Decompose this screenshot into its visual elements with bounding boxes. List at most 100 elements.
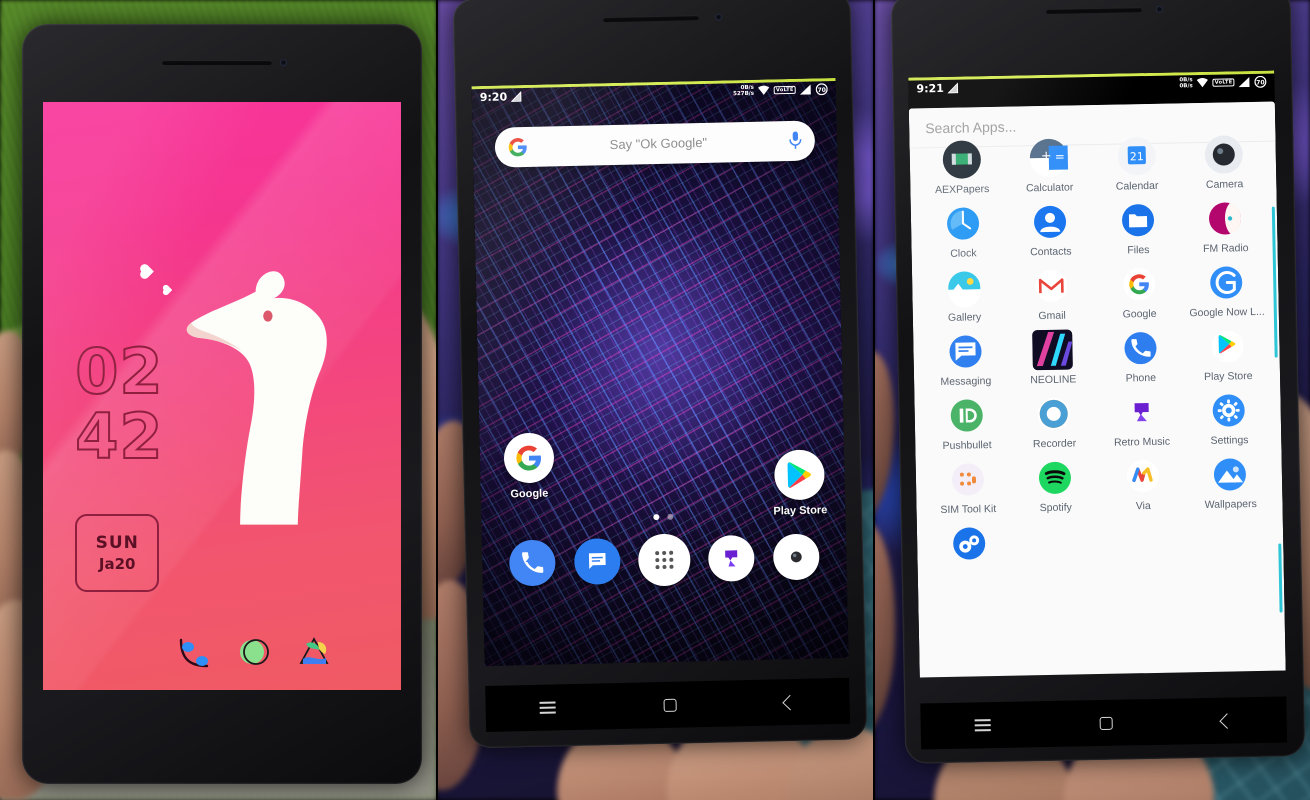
app-cell-calculator[interactable]: + = Calculator bbox=[1005, 133, 1094, 195]
recorder-icon bbox=[1034, 394, 1075, 435]
app-cell-play-store[interactable]: Play Store bbox=[1184, 322, 1273, 384]
app-label: FM Radio bbox=[1202, 242, 1249, 256]
back-button[interactable] bbox=[782, 694, 798, 710]
app-cell-retro-music[interactable]: Retro Music bbox=[1097, 388, 1186, 450]
phone-device-right: 9:21 0B/s 0B/s VoLTE 70 Search Apps... A… bbox=[890, 0, 1306, 764]
app-cell-google[interactable]: Google bbox=[1095, 260, 1184, 322]
svg-text:+: + bbox=[1041, 149, 1052, 164]
app-label: Play Store bbox=[1203, 370, 1253, 384]
front-camera-icon bbox=[280, 59, 287, 66]
app-label: Google bbox=[510, 487, 549, 501]
search-placeholder: Say "Ok Google" bbox=[609, 135, 708, 153]
svg-text:70: 70 bbox=[1256, 79, 1264, 86]
app-label: Clock bbox=[950, 247, 977, 261]
homescreen-app-play-store[interactable]: Play Store bbox=[765, 449, 835, 518]
app-cell-gmail[interactable]: Gmail bbox=[1007, 261, 1096, 323]
recents-button[interactable] bbox=[974, 719, 992, 732]
play-store-icon bbox=[1207, 326, 1248, 367]
messaging-icon bbox=[945, 331, 986, 372]
home-button[interactable] bbox=[663, 698, 677, 712]
app-cell-settings[interactable]: Settings bbox=[1185, 386, 1274, 448]
back-button[interactable] bbox=[1219, 712, 1235, 729]
app-cell-pushbullet[interactable]: Pushbullet bbox=[922, 391, 1011, 453]
app-label: Google Now L... bbox=[1189, 305, 1265, 320]
wifi-icon bbox=[1197, 78, 1209, 88]
app-label: SIM Tool Kit bbox=[940, 503, 997, 517]
camera-icon[interactable] bbox=[234, 632, 274, 672]
page-dot bbox=[667, 513, 674, 520]
recents-button[interactable] bbox=[539, 701, 556, 714]
app-cell-aexpapers[interactable]: AEXPapers bbox=[917, 135, 1006, 197]
phone-icon[interactable] bbox=[175, 632, 215, 672]
app-cell-clock[interactable]: Clock bbox=[919, 199, 1008, 261]
app-label: Calendar bbox=[1115, 179, 1159, 193]
app-label bbox=[926, 567, 1013, 569]
app-label: Gallery bbox=[947, 311, 982, 325]
app-cell-sim-tool-kit[interactable]: SIM Tool Kit bbox=[924, 455, 1013, 517]
app-cell-gallery[interactable]: Gallery bbox=[920, 263, 1009, 325]
app-cell-contacts[interactable]: Contacts bbox=[1006, 197, 1095, 259]
app-label: Via bbox=[1135, 500, 1151, 513]
date-day-of-week: SUN bbox=[95, 532, 139, 553]
microphone-icon bbox=[789, 131, 802, 150]
messaging-dock-icon[interactable] bbox=[573, 538, 621, 586]
drive-icon[interactable] bbox=[294, 632, 334, 672]
navigation-bar-right bbox=[920, 696, 1288, 750]
navigation-bar-middle bbox=[485, 677, 851, 733]
app-label: AEXPapers bbox=[934, 183, 990, 197]
homescreen-app-google[interactable]: Google bbox=[494, 432, 564, 501]
panel-divider-1 bbox=[436, 0, 438, 800]
network-speed: 0B/s 0B/s bbox=[1179, 77, 1193, 89]
front-camera-icon bbox=[714, 13, 723, 21]
app-cell-camera[interactable]: Camera bbox=[1180, 130, 1269, 192]
app-cell-calendar[interactable]: 21 Calendar bbox=[1092, 132, 1181, 194]
clock-hour: 02 bbox=[74, 335, 164, 409]
app-label: Files bbox=[1127, 244, 1150, 257]
app-label: Google bbox=[1122, 308, 1157, 321]
retro-music-dock-icon[interactable] bbox=[708, 535, 756, 583]
app-cell-wallpapers[interactable]: Wallpapers bbox=[1186, 450, 1275, 512]
wifi-icon bbox=[758, 85, 770, 95]
google-search-bar[interactable]: Say "Ok Google" bbox=[494, 120, 816, 168]
app-cell-recorder[interactable]: Recorder bbox=[1010, 389, 1099, 451]
app-cell-fm-radio[interactable]: FM Radio bbox=[1181, 194, 1270, 256]
battery-icon: 70 bbox=[1254, 75, 1267, 88]
neoline-icon bbox=[1032, 329, 1074, 371]
phone-device-left: 02 42 SUN Ja20 bbox=[22, 24, 422, 784]
app-label: Settings bbox=[1210, 434, 1249, 448]
clock-icon bbox=[942, 203, 983, 244]
earpiece bbox=[162, 60, 272, 65]
system-settings-icon bbox=[949, 523, 990, 564]
home-button[interactable] bbox=[1099, 716, 1113, 730]
app-cell-phone[interactable]: Phone bbox=[1096, 324, 1185, 386]
camera-dock-icon[interactable] bbox=[772, 533, 820, 581]
app-cell-google-now-launcher[interactable]: Google Now L... bbox=[1182, 258, 1271, 320]
gmail-icon bbox=[1031, 266, 1072, 307]
lockscreen-clock[interactable]: 02 42 bbox=[74, 335, 164, 469]
app-cell-system-settings[interactable] bbox=[925, 519, 1013, 569]
app-drawer[interactable]: 9:21 0B/s 0B/s VoLTE 70 Search Apps... A… bbox=[908, 70, 1286, 678]
fm-radio-icon bbox=[1205, 198, 1246, 239]
contacts-icon bbox=[1030, 202, 1071, 243]
date-widget[interactable]: SUN Ja20 bbox=[75, 513, 160, 592]
wallpapers-icon bbox=[1210, 454, 1251, 495]
app-cell-via[interactable]: Via bbox=[1099, 452, 1188, 514]
app-label: Wallpapers bbox=[1204, 498, 1257, 512]
settings-icon bbox=[1209, 390, 1250, 431]
app-label: Retro Music bbox=[1113, 435, 1171, 449]
app-drawer-icon[interactable] bbox=[637, 533, 691, 587]
phone-dock-icon[interactable] bbox=[509, 539, 557, 587]
google-now-launcher-icon bbox=[1206, 262, 1247, 303]
app-cell-files[interactable]: Files bbox=[1094, 196, 1183, 258]
app-cell-neoline[interactable]: NEOLINE bbox=[1009, 325, 1098, 387]
homescreen[interactable]: 9:20 0B/s 527B/s VoLTE 70 Say "Ok Google… bbox=[471, 77, 849, 667]
app-label: Messaging bbox=[940, 375, 992, 389]
lockscreen-dock bbox=[43, 632, 401, 672]
phone-device-middle: 9:20 0B/s 527B/s VoLTE 70 Say "Ok Google… bbox=[452, 0, 868, 749]
app-label: Camera bbox=[1205, 178, 1244, 192]
play-store-icon bbox=[773, 449, 826, 501]
app-cell-spotify[interactable]: Spotify bbox=[1011, 453, 1100, 515]
app-cell-messaging[interactable]: Messaging bbox=[921, 327, 1010, 389]
signal-alt-icon bbox=[511, 90, 522, 102]
lockscreen[interactable]: 02 42 SUN Ja20 bbox=[43, 102, 401, 690]
